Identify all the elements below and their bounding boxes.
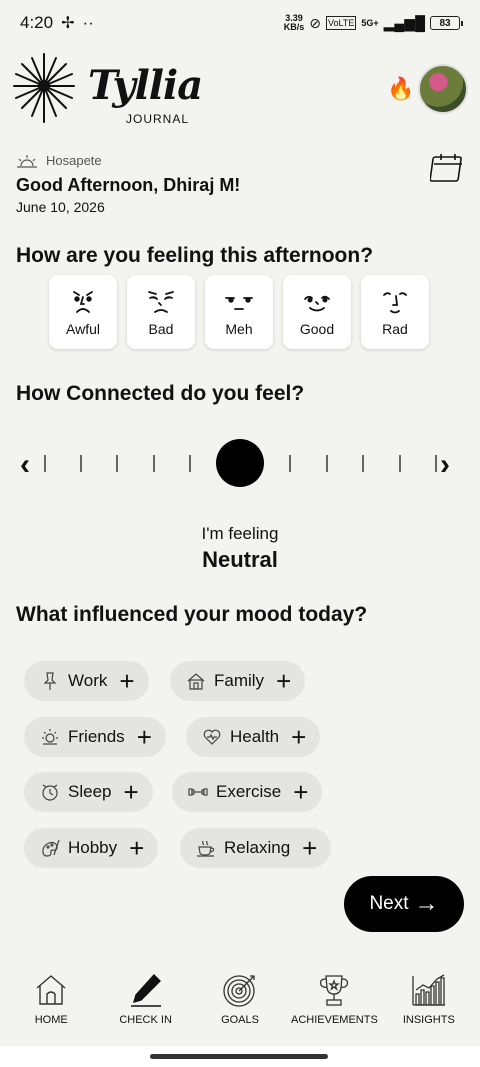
target-icon bbox=[223, 975, 255, 1007]
trophy-icon bbox=[320, 975, 349, 1006]
chip-label: Relaxing bbox=[224, 838, 291, 857]
bottom-nav: HOME CHECK IN GOALS ACHIEVEMENTS INSIGHT… bbox=[0, 972, 480, 1042]
pin-icon bbox=[43, 672, 57, 690]
hotspot-icon: ⊘ bbox=[309, 14, 321, 31]
sunrise-icon bbox=[17, 154, 37, 168]
chart-icon bbox=[412, 974, 445, 1006]
heart-icon bbox=[203, 729, 221, 745]
status-dots: ·· bbox=[82, 13, 94, 32]
influence-question: What influenced your mood today? bbox=[16, 603, 368, 626]
chip-exercise[interactable]: Exercise + bbox=[172, 772, 323, 812]
chip-hobby[interactable]: Hobby + bbox=[24, 828, 159, 868]
mood-label: Rad bbox=[382, 321, 408, 337]
battery-icon: 83 bbox=[430, 16, 463, 30]
feeling-label: I'm feeling bbox=[201, 524, 279, 543]
meh-face-icon bbox=[225, 297, 253, 310]
plus-icon: + bbox=[302, 833, 318, 863]
status-bar: 4:20 ✢ ·· 3.39 KB/s ⊘ VoLTE 5G+ ▂▄▆█ 83 bbox=[0, 0, 480, 46]
slider-knob[interactable] bbox=[216, 439, 264, 487]
gesture-bar[interactable] bbox=[150, 1054, 328, 1059]
chip-label: Hobby bbox=[68, 838, 118, 857]
mood-good[interactable]: Good bbox=[283, 275, 351, 349]
feeling-value: Neutral bbox=[202, 547, 278, 572]
connection-question: How Connected do you feel? bbox=[16, 382, 305, 405]
chip-health[interactable]: Health + bbox=[186, 717, 321, 757]
pencil-icon bbox=[130, 973, 161, 1007]
mood-rad[interactable]: Rad bbox=[361, 275, 429, 349]
bad-face-icon bbox=[148, 291, 174, 313]
mood-label: Bad bbox=[148, 321, 174, 337]
chip-label: Family bbox=[214, 671, 265, 690]
logo-icon bbox=[13, 53, 75, 123]
chip-work[interactable]: Work + bbox=[24, 661, 149, 701]
mood-label: Good bbox=[299, 321, 335, 337]
next-label: Next bbox=[369, 893, 409, 914]
fire-icon[interactable]: 🔥 bbox=[387, 76, 414, 102]
chip-label: Exercise bbox=[216, 782, 282, 801]
home-icon bbox=[36, 975, 66, 1005]
paint-icon bbox=[42, 839, 60, 857]
brand-name: Tyllia bbox=[88, 62, 203, 109]
fan-icon: ✢ bbox=[61, 15, 75, 32]
greeting-title: Good Afternoon, Dhiraj M! bbox=[16, 175, 241, 195]
net-speed: 3.39 KB/s bbox=[283, 13, 305, 32]
nav-achievements[interactable]: ACHIEVEMENTS bbox=[287, 972, 381, 1042]
nav-goals[interactable]: GOALS bbox=[193, 972, 287, 1042]
calendar-icon[interactable] bbox=[430, 152, 466, 184]
brand-subtitle: JOURNAL bbox=[126, 112, 190, 126]
mood-bad[interactable]: Bad bbox=[127, 275, 195, 349]
plus-icon: + bbox=[123, 777, 139, 807]
chip-relaxing[interactable]: Relaxing + bbox=[180, 828, 332, 868]
nav-insights[interactable]: INSIGHTS bbox=[382, 972, 476, 1042]
network-label: 5G+ bbox=[361, 18, 379, 28]
status-time: 4:20 bbox=[20, 13, 54, 32]
chip-label: Work bbox=[68, 671, 108, 690]
mood-selector: Awful Bad Meh Good Rad bbox=[49, 275, 429, 349]
mood-label: Awful bbox=[66, 321, 100, 337]
mood-meh[interactable]: Meh bbox=[205, 275, 273, 349]
chip-label: Friends bbox=[68, 727, 125, 746]
cup-icon bbox=[197, 840, 215, 857]
mood-question: How are you feeling this afternoon? bbox=[16, 244, 374, 267]
sun-icon bbox=[42, 729, 58, 745]
plus-icon: + bbox=[136, 722, 152, 752]
alarm-icon bbox=[42, 784, 58, 801]
mood-label: Meh bbox=[225, 321, 253, 337]
chip-label: Sleep bbox=[68, 782, 112, 801]
chevron-left-icon[interactable]: ‹ bbox=[20, 448, 30, 482]
awful-face-icon bbox=[73, 291, 93, 313]
good-face-icon bbox=[304, 295, 330, 312]
avatar[interactable] bbox=[418, 64, 468, 114]
chip-family[interactable]: Family + bbox=[170, 661, 306, 701]
nav-check-in[interactable]: CHECK IN bbox=[98, 972, 192, 1042]
nav-home[interactable]: HOME bbox=[4, 972, 98, 1042]
plus-icon: + bbox=[293, 777, 309, 807]
connection-slider[interactable]: ‹ › bbox=[16, 438, 464, 488]
mood-awful[interactable]: Awful bbox=[49, 275, 117, 349]
next-button[interactable]: Next → bbox=[344, 876, 464, 932]
greeting-date: June 10, 2026 bbox=[16, 199, 105, 215]
house-icon bbox=[187, 673, 205, 690]
rad-face-icon bbox=[383, 292, 407, 314]
plus-icon: + bbox=[119, 666, 135, 696]
signal-icon: ▂▄▆█ bbox=[383, 14, 425, 31]
volte-icon: VoLTE bbox=[326, 16, 357, 30]
location-row: Hosapete bbox=[16, 153, 102, 168]
chip-friends[interactable]: Friends + bbox=[24, 717, 166, 757]
plus-icon: + bbox=[129, 833, 145, 863]
chip-sleep[interactable]: Sleep + bbox=[24, 772, 153, 812]
plus-icon: + bbox=[276, 666, 292, 696]
arrow-right-icon: → bbox=[414, 890, 439, 917]
dumbbell-icon bbox=[188, 788, 208, 796]
chevron-right-icon[interactable]: › bbox=[440, 448, 450, 482]
chip-label: Health bbox=[230, 727, 280, 746]
location-label: Hosapete bbox=[46, 153, 102, 168]
app-header: Tyllia JOURNAL 🔥 bbox=[12, 50, 468, 130]
plus-icon: + bbox=[291, 722, 307, 752]
